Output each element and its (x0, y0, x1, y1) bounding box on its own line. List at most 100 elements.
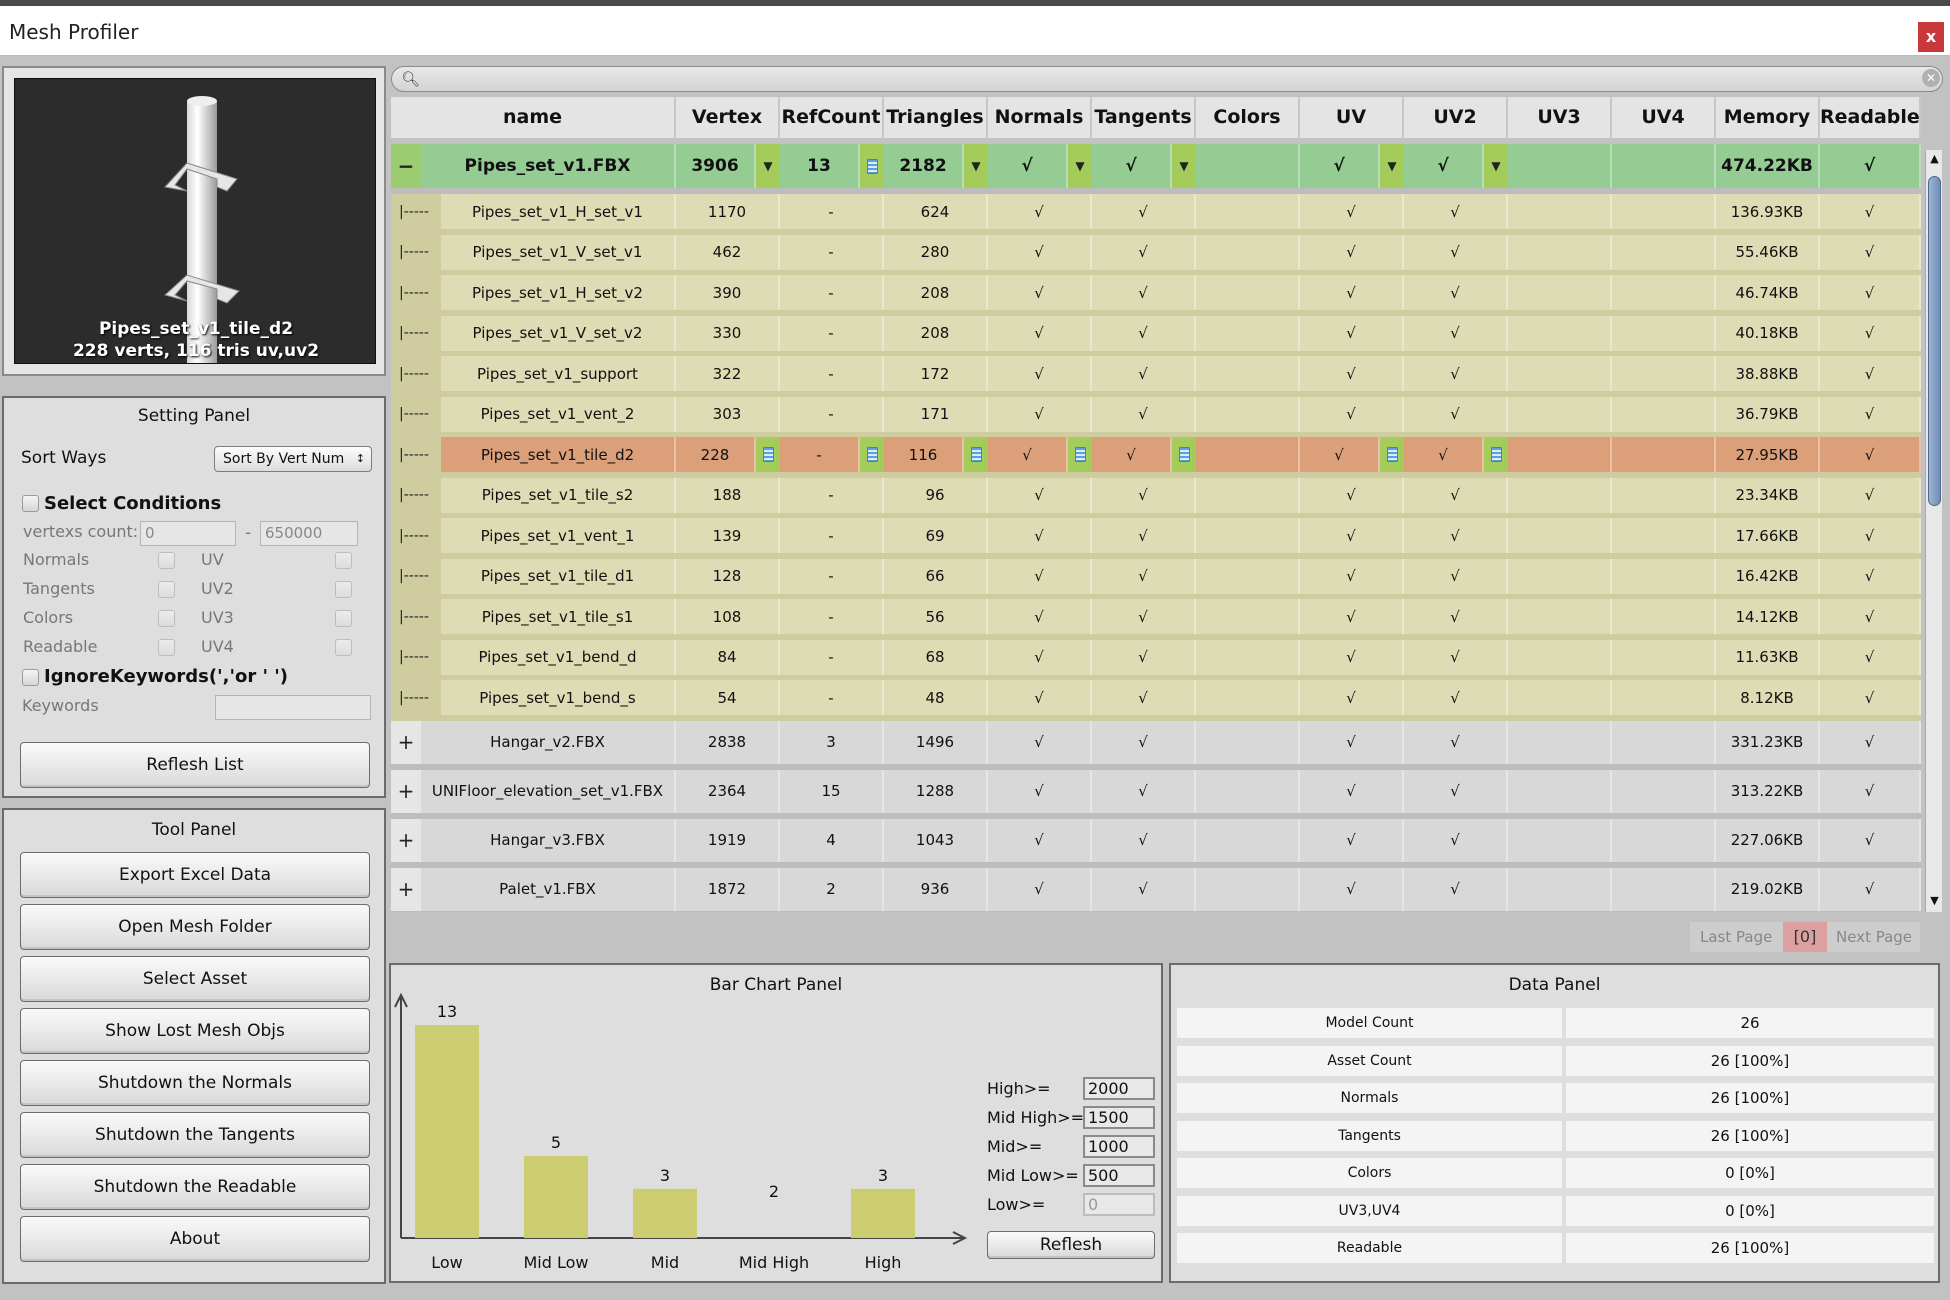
filter-uv4-checkbox[interactable] (335, 639, 352, 656)
sort-dropdown-icon[interactable]: ▼ (1172, 144, 1196, 188)
filter-uv3-checkbox[interactable] (335, 610, 352, 627)
filter-normals-checkbox[interactable] (158, 552, 175, 569)
column-header-triangles[interactable]: Triangles (884, 97, 988, 138)
filter-colors-checkbox[interactable] (158, 610, 175, 627)
select-asset-button[interactable]: Select Asset (20, 956, 370, 1002)
show-lost-mesh-button[interactable]: Show Lost Mesh Objs (20, 1008, 370, 1054)
sort-ways-select[interactable]: Sort By Vert Num ↕ (214, 446, 372, 472)
clipboard-icon[interactable] (1380, 437, 1404, 472)
group-row[interactable]: − Pipes_set_v1.FBX 3906 ▼ 13 2182 ▼ √ ▼ √ ▼ √ ▼ √ ▼ 474… (391, 144, 1921, 188)
threshold-mid-low-input[interactable]: 500 (1083, 1164, 1155, 1187)
selected-mesh-row[interactable]: |----- Pipes_set_v1_tile_d2 228 - 116 √ √ √ √ 27.… (391, 437, 1921, 472)
filter-readable-checkbox[interactable] (158, 639, 175, 656)
clipboard-icon[interactable] (860, 437, 884, 472)
filter-tangents-checkbox[interactable] (158, 581, 175, 598)
expand-toggle[interactable]: + (391, 867, 421, 911)
column-header-readable[interactable]: Readable (1820, 97, 1921, 138)
open-mesh-folder-button[interactable]: Open Mesh Folder (20, 904, 370, 950)
filter-readable-label: Readable (23, 637, 98, 656)
clear-search-icon[interactable]: ✕ (1922, 69, 1940, 87)
keywords-input[interactable] (215, 695, 371, 720)
clipboard-icon[interactable] (756, 437, 780, 472)
bar-mid-low (524, 1156, 588, 1238)
next-page-button[interactable]: Next Page (1836, 928, 1912, 946)
collapsed-group-row[interactable]: + Hangar_v3.FBX 1919 4 1043 √ √ √ √ 227.06KB √ (391, 818, 1921, 862)
cell-triangles: 171 (920, 405, 950, 423)
column-header-uv3[interactable]: UV3 (1508, 97, 1612, 138)
table-scrollbar[interactable]: ▲ ▼ (1925, 150, 1942, 912)
mesh-row[interactable]: |----- Pipes_set_v1_H_set_v2 390 - 208 √ √ √ √ 46… (391, 275, 1921, 310)
column-header-name[interactable]: name (391, 97, 676, 138)
scroll-up-icon[interactable]: ▲ (1926, 152, 1943, 165)
column-header-normals[interactable]: Normals (988, 97, 1092, 138)
column-header-tangents[interactable]: Tangents (1092, 97, 1196, 138)
mesh-row[interactable]: |----- Pipes_set_v1_V_set_v2 330 - 208 √ √ √ √ 40… (391, 315, 1921, 351)
mesh-preview-viewport[interactable]: Pipes_set_v1_tile_d2 228 verts, 116 tris… (14, 78, 376, 364)
column-header-vertex[interactable]: Vertex (676, 97, 780, 138)
vertex-min-input[interactable]: 0 (140, 521, 236, 546)
mesh-row[interactable]: |----- Pipes_set_v1_bend_s 54 - 48 √ √ √ √ 8.12KB… (391, 680, 1921, 715)
clipboard-icon[interactable] (1484, 437, 1508, 472)
clipboard-icon[interactable] (1068, 437, 1092, 472)
export-excel-button[interactable]: Export Excel Data (20, 852, 370, 898)
category-label: Mid High (739, 1253, 809, 1272)
collapsed-group-row[interactable]: + UNIFloor_elevation_set_v1.FBX 2364 15 1288… (391, 769, 1921, 813)
sort-dropdown-icon[interactable]: ▼ (1068, 144, 1092, 188)
collapsed-group-row[interactable]: + Hangar_v2.FBX 2838 3 1496 √ √ √ √ 331.23KB √ (391, 720, 1921, 764)
search-input[interactable]: 🔍︎ ✕ (391, 66, 1943, 92)
data-value: 26 [100%] (1566, 1233, 1934, 1263)
column-header-refcount[interactable]: RefCount (780, 97, 884, 138)
filter-uv-checkbox[interactable] (335, 552, 352, 569)
clipboard-icon[interactable] (964, 437, 988, 472)
sort-dropdown-icon[interactable]: ▼ (756, 144, 780, 188)
cell-uv2-container: √ (1404, 477, 1508, 513)
expand-toggle[interactable]: + (391, 818, 421, 862)
expand-toggle[interactable]: + (391, 769, 421, 813)
threshold-mid-high-input[interactable]: 1500 (1083, 1106, 1155, 1129)
mesh-row[interactable]: |----- Pipes_set_v1_vent_1 139 - 69 √ √ √ √ 17.66… (391, 518, 1921, 553)
threshold-high-input[interactable]: 2000 (1083, 1077, 1155, 1100)
close-button[interactable]: x (1918, 22, 1944, 52)
mesh-row[interactable]: |----- Pipes_set_v1_V_set_v1 462 - 280 √ √ √ √ 55… (391, 234, 1921, 270)
column-header-colors[interactable]: Colors (1196, 97, 1300, 138)
filter-uv2-checkbox[interactable] (335, 581, 352, 598)
threshold-mid-input[interactable]: 1000 (1083, 1135, 1155, 1158)
cell-uv3-container (1508, 599, 1612, 634)
sort-dropdown-icon[interactable]: ▼ (1380, 144, 1404, 188)
chart-refresh-button[interactable]: Reflesh (987, 1231, 1155, 1259)
column-header-uv4[interactable]: UV4 (1612, 97, 1716, 138)
shutdown-normals-button[interactable]: Shutdown the Normals (20, 1060, 370, 1106)
mesh-row[interactable]: |----- Pipes_set_v1_tile_s2 188 - 96 √ √ √ √ 23.3… (391, 477, 1921, 513)
mesh-row[interactable]: |----- Pipes_set_v1_tile_s1 108 - 56 √ √ √ √ 14.1… (391, 599, 1921, 634)
shutdown-tangents-button[interactable]: Shutdown the Tangents (20, 1112, 370, 1158)
cell-uv3-container (1508, 818, 1612, 862)
mesh-row[interactable]: |----- Pipes_set_v1_bend_d 84 - 68 √ √ √ √ 11.63K… (391, 639, 1921, 675)
scrollbar-thumb[interactable] (1928, 176, 1941, 506)
mesh-row[interactable]: |----- Pipes_set_v1_support 322 - 172 √ √ √ √ 38.… (391, 356, 1921, 391)
mesh-row[interactable]: |----- Pipes_set_v1_vent_2 303 - 171 √ √ √ √ 36.7… (391, 396, 1921, 432)
last-page-button[interactable]: Last Page (1700, 928, 1772, 946)
mesh-row[interactable]: |----- Pipes_set_v1_H_set_v1 1170 - 624 √ √ √ √ 1… (391, 194, 1921, 229)
column-header-memory[interactable]: Memory (1716, 97, 1820, 138)
vertex-max-input[interactable]: 650000 (260, 521, 358, 546)
data-row: Normals 26 [100%] (1177, 1083, 1934, 1113)
column-header-uv[interactable]: UV (1300, 97, 1404, 138)
shutdown-readable-button[interactable]: Shutdown the Readable (20, 1164, 370, 1210)
collapse-toggle[interactable]: − (391, 144, 421, 188)
about-button[interactable]: About (20, 1216, 370, 1262)
ignore-keywords-checkbox[interactable] (22, 669, 39, 686)
sort-dropdown-icon[interactable]: ▼ (964, 144, 988, 188)
clipboard-icon[interactable] (860, 144, 884, 188)
mesh-row[interactable]: |----- Pipes_set_v1_tile_d1 128 - 66 √ √ √ √ 16.4… (391, 558, 1921, 594)
refresh-list-button[interactable]: Reflesh List (20, 742, 370, 788)
column-header-uv2[interactable]: UV2 (1404, 97, 1508, 138)
clipboard-glyph (762, 447, 774, 462)
cell-uv4-container (1612, 275, 1716, 310)
clipboard-icon[interactable] (1172, 437, 1196, 472)
scroll-down-icon[interactable]: ▼ (1926, 894, 1943, 907)
expand-toggle[interactable]: + (391, 720, 421, 764)
sort-dropdown-icon[interactable]: ▼ (1484, 144, 1508, 188)
cell-uv4-container (1612, 315, 1716, 351)
select-conditions-checkbox[interactable] (22, 495, 39, 512)
collapsed-group-row[interactable]: + Palet_v1.FBX 1872 2 936 √ √ √ √ 219.02KB √ (391, 867, 1921, 911)
